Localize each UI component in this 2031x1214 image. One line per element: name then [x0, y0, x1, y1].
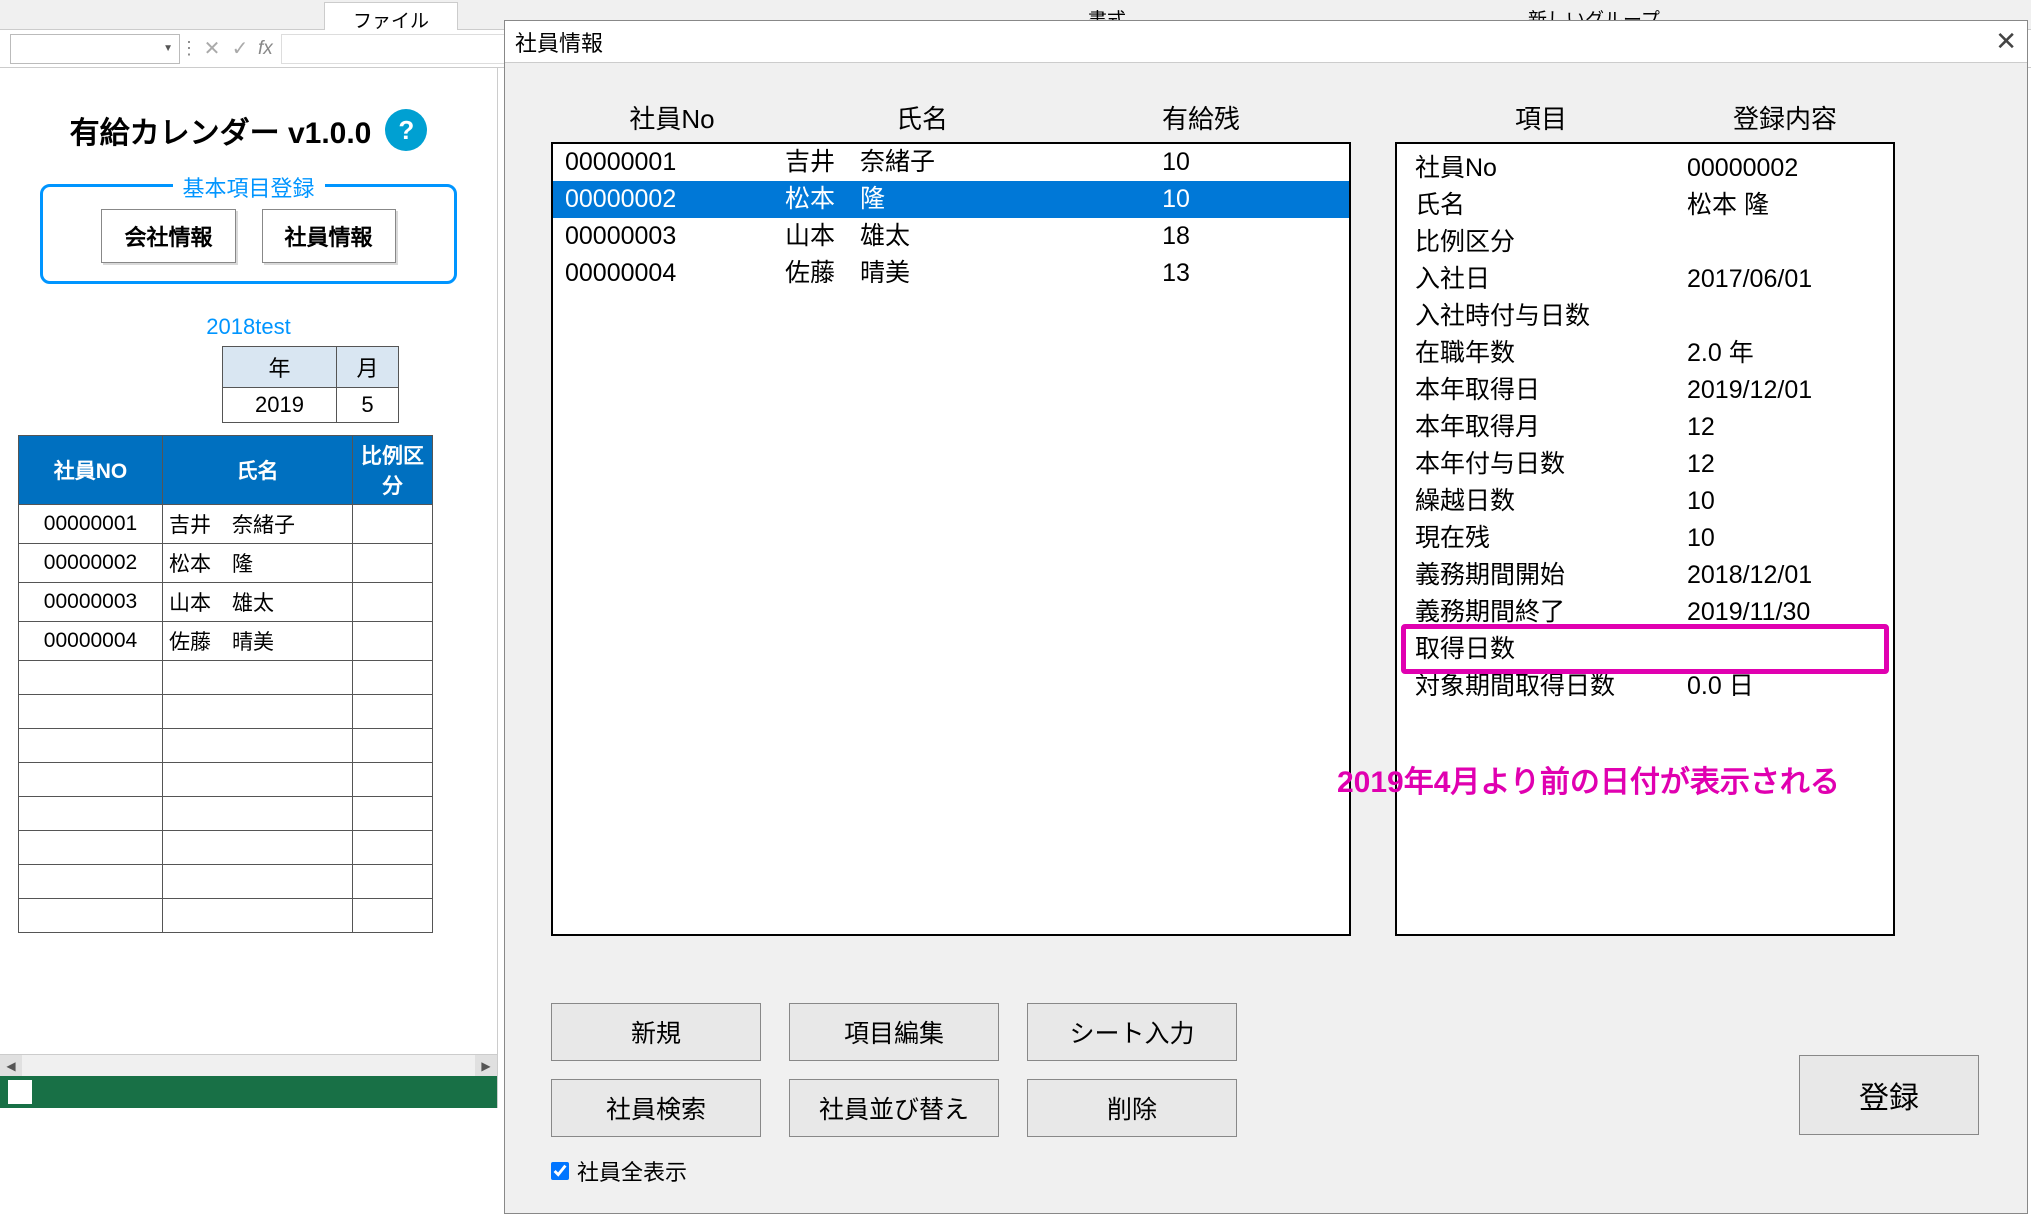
- show-all-label: 社員全表示: [577, 1155, 687, 1187]
- list-header-remain: 有給残: [1057, 99, 1345, 136]
- new-button[interactable]: 新規: [551, 1003, 761, 1061]
- th-emp-no: 社員NO: [19, 436, 163, 505]
- detail-line: 比例区分: [1415, 224, 1875, 261]
- detail-line: 在職年数2.0 年: [1415, 335, 1875, 372]
- detail-line: 本年取得月12: [1415, 409, 1875, 446]
- sort-button[interactable]: 社員並び替え: [789, 1079, 999, 1137]
- status-bar: [0, 1076, 497, 1108]
- detail-line: 氏名松本 隆: [1415, 187, 1875, 224]
- mini-value-month[interactable]: 5: [337, 388, 399, 423]
- mini-header-year: 年: [223, 347, 337, 388]
- employee-listbox[interactable]: 00000001吉井 奈緒子1000000002松本 隆1000000003山本…: [551, 142, 1351, 936]
- detail-line: 入社日2017/06/01: [1415, 261, 1875, 298]
- table-row[interactable]: [19, 797, 433, 831]
- delete-button[interactable]: 削除: [1027, 1079, 1237, 1137]
- separator-icon: ⋮: [180, 38, 198, 59]
- annotation-text: 2019年4月より前の日付が表示される: [1337, 757, 1840, 801]
- th-emp-name: 氏名: [163, 436, 353, 505]
- employee-info-dialog: 社員情報 ✕ 社員No 氏名 有給残 00000001吉井 奈緒子1000000…: [504, 20, 2028, 1214]
- list-item[interactable]: 00000003山本 雄太18: [553, 218, 1349, 255]
- th-emp-div: 比例区分: [353, 436, 433, 505]
- year-label: 2018test: [0, 314, 497, 340]
- cancel-icon[interactable]: ✕: [198, 35, 226, 63]
- table-row[interactable]: 00000001吉井 奈緒子: [19, 505, 433, 544]
- register-button[interactable]: 登録: [1799, 1055, 1979, 1135]
- detail-line: 義務期間開始2018/12/01: [1415, 557, 1875, 594]
- table-row[interactable]: [19, 865, 433, 899]
- fieldset-basic: 基本項目登録 会社情報 社員情報: [40, 184, 457, 284]
- table-row[interactable]: [19, 763, 433, 797]
- table-row[interactable]: 00000002松本 隆: [19, 544, 433, 583]
- list-item[interactable]: 00000002松本 隆10: [553, 181, 1349, 218]
- fieldset-legend: 基本項目登録: [172, 171, 324, 203]
- detail-header-content: 登録内容: [1681, 99, 1889, 136]
- confirm-icon[interactable]: ✓: [226, 35, 254, 63]
- detail-line: 本年付与日数12: [1415, 446, 1875, 483]
- scroll-left-icon[interactable]: ◀: [0, 1055, 22, 1077]
- table-row[interactable]: [19, 831, 433, 865]
- list-item[interactable]: 00000004佐藤 晴美13: [553, 255, 1349, 292]
- sheet-input-button[interactable]: シート入力: [1027, 1003, 1237, 1061]
- table-row[interactable]: [19, 899, 433, 933]
- detail-line: 取得日数: [1415, 631, 1875, 668]
- show-all-checkbox[interactable]: [551, 1162, 569, 1180]
- dialog-titlebar: 社員情報 ✕: [505, 21, 2027, 63]
- search-button[interactable]: 社員検索: [551, 1079, 761, 1137]
- edit-button[interactable]: 項目編集: [789, 1003, 999, 1061]
- sheet-panel: 有給カレンダー v1.0.0 ? 基本項目登録 会社情報 社員情報 2018te…: [0, 68, 498, 1108]
- mini-header-month: 月: [337, 347, 399, 388]
- detail-line: 対象期間取得日数0.0 日: [1415, 668, 1875, 705]
- fx-icon[interactable]: fx: [258, 38, 273, 60]
- company-info-button[interactable]: 会社情報: [101, 209, 235, 263]
- mini-value-year[interactable]: 2019: [223, 388, 337, 423]
- scroll-right-icon[interactable]: ▶: [475, 1055, 497, 1077]
- table-row[interactable]: [19, 695, 433, 729]
- list-header-no: 社員No: [557, 99, 787, 136]
- name-box[interactable]: ▼: [10, 34, 180, 64]
- sheet-icon[interactable]: [8, 1080, 32, 1104]
- dialog-title: 社員情報: [515, 26, 603, 58]
- detail-line: 繰越日数10: [1415, 483, 1875, 520]
- list-header-name: 氏名: [787, 99, 1057, 136]
- help-icon[interactable]: ?: [385, 109, 427, 151]
- detail-line: 現在残10: [1415, 520, 1875, 557]
- employee-table: 社員NO 氏名 比例区分 00000001吉井 奈緒子00000002松本 隆0…: [18, 435, 433, 933]
- detail-line: 入社時付与日数: [1415, 298, 1875, 335]
- detail-line: 社員No00000002: [1415, 150, 1875, 187]
- detail-box: 社員No00000002氏名松本 隆比例区分入社日2017/06/01入社時付与…: [1395, 142, 1895, 936]
- dropdown-icon: ▼: [163, 43, 173, 54]
- table-row[interactable]: [19, 661, 433, 695]
- table-row[interactable]: 00000004佐藤 晴美: [19, 622, 433, 661]
- list-item[interactable]: 00000001吉井 奈緒子10: [553, 144, 1349, 181]
- page-title: 有給カレンダー v1.0.0: [70, 108, 372, 152]
- detail-line: 義務期間終了2019/11/30: [1415, 594, 1875, 631]
- horizontal-scrollbar[interactable]: ◀ ▶: [0, 1054, 497, 1076]
- employee-info-button[interactable]: 社員情報: [262, 209, 396, 263]
- table-row[interactable]: 00000003山本 雄太: [19, 583, 433, 622]
- table-row[interactable]: [19, 729, 433, 763]
- detail-header-item: 項目: [1401, 99, 1681, 136]
- detail-line: 本年取得日2019/12/01: [1415, 372, 1875, 409]
- year-month-table: 年 月 2019 5: [222, 346, 399, 423]
- close-icon[interactable]: ✕: [1995, 26, 2017, 57]
